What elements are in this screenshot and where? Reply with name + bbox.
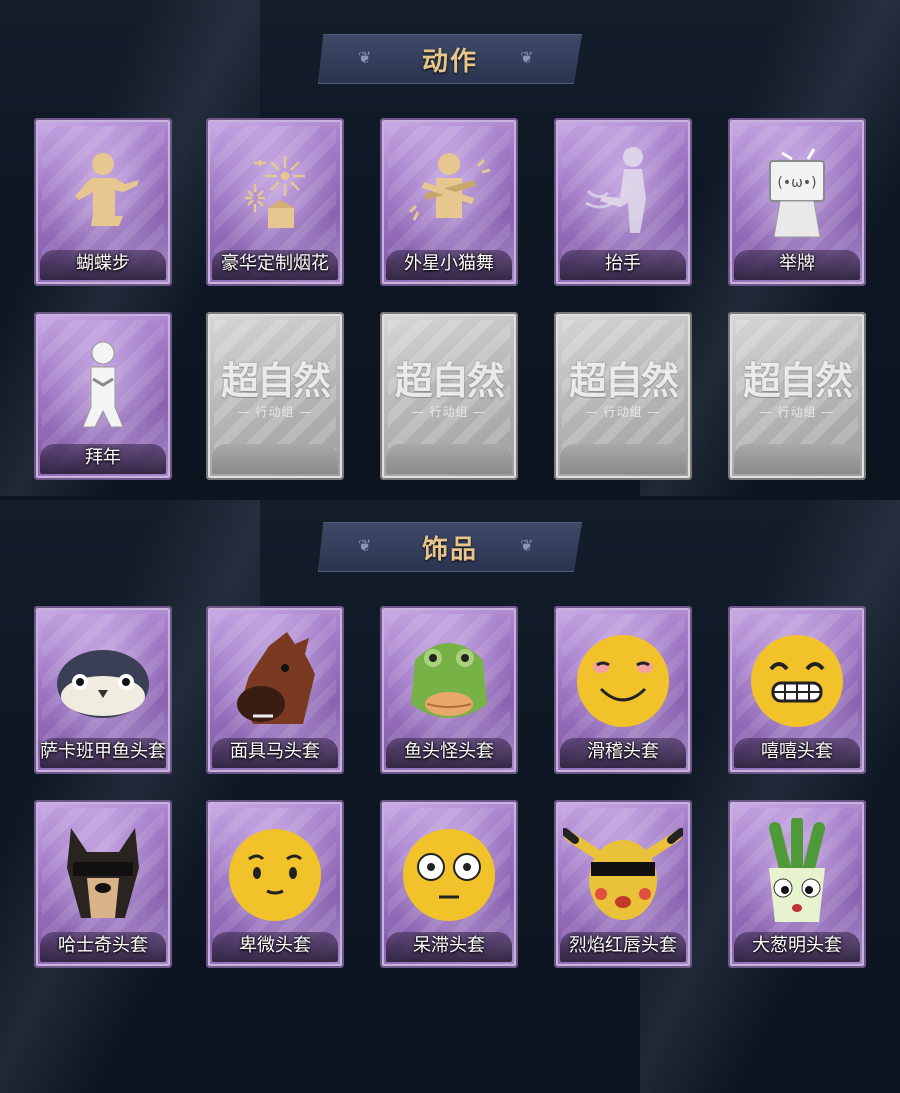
watermark-sub: — 行动组 — — [585, 405, 661, 419]
action-card-hold-sign[interactable]: (•ω•) 举牌 — [728, 118, 866, 286]
watermark-main: 超自然 — [742, 359, 853, 403]
shy-emoji-mask-icon — [206, 818, 344, 928]
card-label: 大葱明头套 — [752, 935, 842, 956]
frog-fish-mask-icon — [380, 624, 518, 734]
card-label: 蝴蝶步 — [76, 253, 130, 274]
action-card-fireworks[interactable]: 豪华定制烟花 — [206, 118, 344, 286]
svg-text:(•ω•): (•ω•) — [777, 175, 816, 191]
actions-section-title: 动作 — [421, 46, 478, 77]
action-card-locked[interactable]: 超自然 — 行动组 — — [206, 312, 344, 480]
card-label: 鱼头怪头套 — [404, 741, 494, 762]
accessory-card-dazed[interactable]: 呆滞头套 — [380, 800, 518, 968]
accessory-card-red-lips[interactable]: 烈焰红唇头套 — [554, 800, 692, 968]
card-label: 举牌 — [779, 253, 815, 274]
accessory-card-fish-head[interactable]: 萨卡班甲鱼头套 — [34, 606, 172, 774]
action-card-raise-hand[interactable]: 抬手 — [554, 118, 692, 286]
accessory-card-smirk[interactable]: 滑稽头套 — [554, 606, 692, 774]
card-label: 拜年 — [85, 447, 121, 468]
horse-head-mask-icon — [206, 624, 344, 734]
locked-watermark: 超自然 — 行动组 — — [728, 330, 866, 440]
card-label: 抬手 — [605, 253, 641, 274]
pikachu-sunglasses-mask-icon — [554, 818, 692, 928]
banner-ornament-icon: ❦ — [520, 48, 534, 67]
watermark-main: 超自然 — [568, 359, 679, 403]
accessories-section-title-banner: ❦ 饰品 ❦ — [318, 522, 582, 572]
dancer-pose-icon — [34, 136, 172, 246]
watermark-sub: — 行动组 — — [759, 405, 835, 419]
fish-head-mask-icon — [34, 624, 172, 734]
card-label: 面具马头套 — [230, 741, 320, 762]
grin-emoji-mask-icon — [728, 624, 866, 734]
accessory-card-fish-monster[interactable]: 鱼头怪头套 — [380, 606, 518, 774]
card-label: 外星小猫舞 — [404, 253, 494, 274]
card-label: 豪华定制烟花 — [221, 253, 329, 274]
fireworks-icon — [206, 136, 344, 246]
locked-watermark: 超自然 — 行动组 — — [206, 330, 344, 440]
card-label: 嘻嘻头套 — [761, 741, 833, 762]
card-label: 烈焰红唇头套 — [569, 935, 677, 956]
actions-section-title-banner: ❦ 动作 ❦ — [318, 34, 582, 84]
accessory-card-shy[interactable]: 卑微头套 — [206, 800, 344, 968]
watermark-main: 超自然 — [220, 359, 331, 403]
card-label: 哈士奇头套 — [58, 935, 148, 956]
raise-hand-ghost-icon — [554, 136, 692, 246]
accessory-card-grin[interactable]: 嘻嘻头套 — [728, 606, 866, 774]
hold-sign-icon: (•ω•) — [728, 136, 866, 246]
card-label: 滑稽头套 — [587, 741, 659, 762]
locked-watermark: 超自然 — 行动组 — — [554, 330, 692, 440]
action-card-locked[interactable]: 超自然 — 行动组 — — [728, 312, 866, 480]
accessory-card-horse-head[interactable]: 面具马头套 — [206, 606, 344, 774]
locked-watermark: 超自然 — 行动组 — — [380, 330, 518, 440]
new-year-greeting-icon — [34, 330, 172, 440]
action-card-locked[interactable]: 超自然 — 行动组 — — [554, 312, 692, 480]
smirk-emoji-mask-icon — [554, 624, 692, 734]
scallion-mask-icon — [728, 818, 866, 928]
action-card-butterfly-step[interactable]: 蝴蝶步 — [34, 118, 172, 286]
accessories-section-title: 饰品 — [421, 534, 478, 565]
watermark-main: 超自然 — [394, 359, 505, 403]
dazed-emoji-mask-icon — [380, 818, 518, 928]
accessories-section — [0, 500, 900, 1093]
banner-ornament-icon: ❦ — [358, 48, 372, 67]
action-card-alien-cat-dance[interactable]: 外星小猫舞 — [380, 118, 518, 286]
watermark-sub: — 行动组 — — [411, 405, 487, 419]
card-label: 萨卡班甲鱼头套 — [40, 741, 166, 762]
card-label: 卑微头套 — [239, 935, 311, 956]
accessory-card-scallion[interactable]: 大葱明头套 — [728, 800, 866, 968]
banner-ornament-icon: ❦ — [520, 536, 534, 555]
action-card-new-year-greeting[interactable]: 拜年 — [34, 312, 172, 480]
dancer-arms-cross-icon — [380, 136, 518, 246]
accessory-card-husky[interactable]: 哈士奇头套 — [34, 800, 172, 968]
watermark-sub: — 行动组 — — [237, 405, 313, 419]
husky-sunglasses-mask-icon — [34, 818, 172, 928]
banner-ornament-icon: ❦ — [358, 536, 372, 555]
card-label: 呆滞头套 — [413, 935, 485, 956]
action-card-locked[interactable]: 超自然 — 行动组 — — [380, 312, 518, 480]
